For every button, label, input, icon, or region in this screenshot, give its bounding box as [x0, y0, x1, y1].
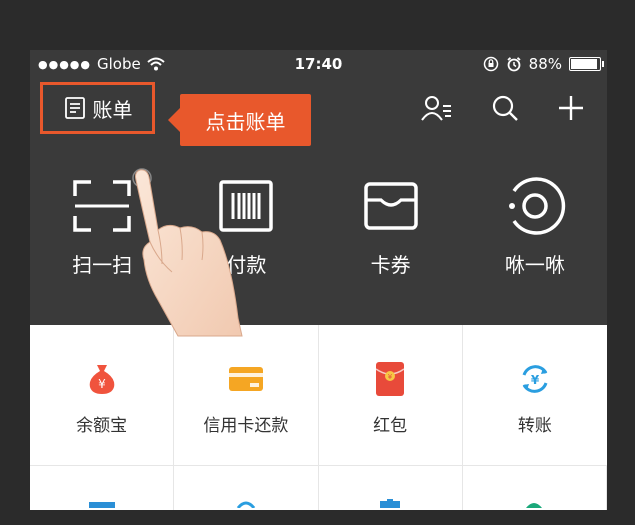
- battery-percent: 88%: [528, 55, 562, 73]
- svg-text:¥: ¥: [388, 373, 393, 381]
- search-icon[interactable]: [491, 94, 519, 122]
- quick-action-label: 扫一扫: [72, 253, 133, 277]
- quick-action-cards[interactable]: 卡券: [319, 175, 463, 285]
- plus-icon[interactable]: [557, 94, 585, 122]
- home-header: 账单 点击账单: [30, 78, 607, 146]
- callout-text: 点击账单: [205, 109, 286, 134]
- partial-icon: [380, 498, 401, 508]
- alarm-icon: [507, 57, 521, 72]
- grid-item-partial[interactable]: [174, 466, 319, 510]
- partial-icon: [236, 501, 256, 508]
- scan-icon: [73, 180, 131, 232]
- bill-icon: [64, 97, 85, 119]
- svg-text:¥: ¥: [98, 377, 106, 391]
- grid-item-partial[interactable]: [463, 466, 607, 510]
- wallet-icon: [363, 182, 418, 230]
- services-grid: ¥ 余额宝 信用卡还款 ¥ 红包 ¥ 转账: [30, 325, 607, 510]
- grid-item-yuebao[interactable]: ¥ 余额宝: [30, 325, 175, 465]
- phone-screen: ●●●●● Globe 17:40 88% 账单 点击账单 扫一扫 付款 卡券 …: [30, 50, 607, 510]
- quick-action-label: 卡券: [370, 253, 411, 277]
- quick-action-pay[interactable]: 付款: [174, 175, 318, 285]
- grid-item-partial[interactable]: [319, 466, 463, 510]
- rotation-lock-icon: [483, 56, 498, 72]
- money-bag-icon: ¥: [89, 365, 114, 394]
- status-bar: ●●●●● Globe 17:40 88%: [30, 50, 607, 78]
- partial-icon: [526, 502, 543, 508]
- grid-item-partial[interactable]: [30, 466, 175, 510]
- credit-card-icon: [228, 367, 263, 391]
- battery-icon: [569, 57, 604, 71]
- grid-item-label: 转账: [517, 416, 552, 436]
- red-envelope-icon: ¥: [375, 362, 405, 396]
- bill-button[interactable]: 账单: [40, 82, 155, 134]
- tap-bill-callout: 点击账单: [168, 94, 311, 146]
- grid-item-credit-card[interactable]: 信用卡还款: [174, 325, 319, 465]
- radar-icon: [508, 177, 566, 235]
- grid-item-label: 信用卡还款: [203, 416, 289, 436]
- svg-text:¥: ¥: [531, 373, 540, 387]
- quick-action-label: 咻一咻: [504, 253, 565, 277]
- quick-action-label: 付款: [226, 253, 267, 277]
- bill-label: 账单: [92, 97, 133, 122]
- barcode-icon: [219, 180, 274, 232]
- quick-action-scan[interactable]: 扫一扫: [30, 175, 174, 285]
- quick-actions: 扫一扫 付款 卡券 咻一咻: [30, 175, 607, 285]
- quick-action-xiu[interactable]: 咻一咻: [463, 175, 607, 285]
- grid-item-label: 红包: [373, 416, 408, 436]
- partial-icon: [88, 501, 115, 508]
- grid-item-transfer[interactable]: ¥ 转账: [463, 325, 607, 465]
- contacts-icon[interactable]: [421, 94, 453, 122]
- grid-item-label: 余额宝: [76, 416, 128, 436]
- transfer-icon: ¥: [522, 365, 548, 393]
- grid-item-red-envelope[interactable]: ¥ 红包: [319, 325, 463, 465]
